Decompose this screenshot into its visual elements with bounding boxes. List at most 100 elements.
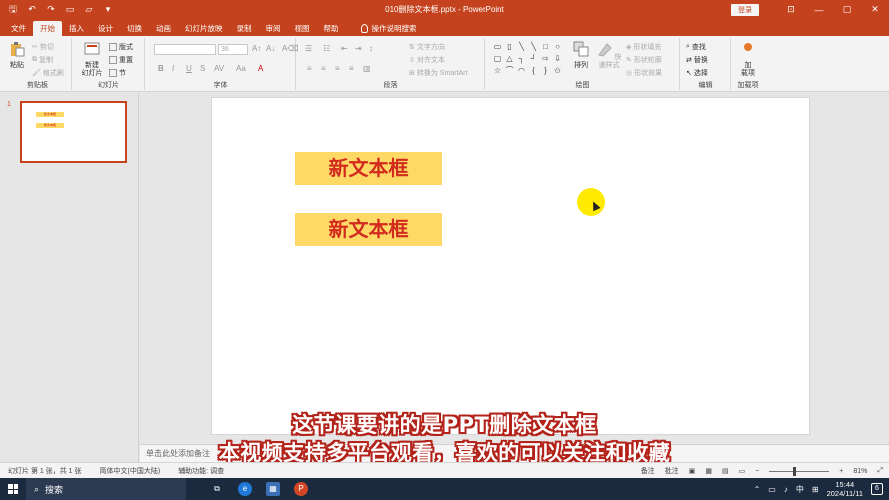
slide-thumbnail[interactable]: 新文本框 新文本框 (20, 101, 127, 163)
login-button[interactable]: 登录 (731, 3, 759, 16)
notification-center[interactable]: 6 (871, 483, 883, 495)
change-case-icon[interactable]: Aa (236, 64, 246, 73)
copy-button[interactable]: ⧉ 复制 (32, 55, 53, 65)
powerpoint-icon[interactable]: P (294, 482, 308, 496)
undo-icon[interactable]: ↶ (27, 4, 37, 15)
shape-effects-button[interactable]: ◎ 形状效果 (626, 68, 662, 78)
arrange-button[interactable]: 排列 (570, 41, 592, 70)
ime-indicator[interactable]: 中 (796, 484, 804, 495)
find-button[interactable]: ⌕ 查找 (686, 42, 706, 52)
ime-mode-icon[interactable]: ⊞ (812, 485, 819, 494)
rounded-rect-shape-icon[interactable]: ▢ (492, 53, 503, 64)
text-direction-button[interactable]: ⇅ 文字方向 (409, 42, 445, 52)
task-view-icon[interactable]: ⧉ (210, 482, 224, 496)
save-icon[interactable]: 🖫 (8, 2, 18, 18)
start-button[interactable] (0, 478, 26, 500)
slide[interactable]: 新文本框 新文本框 (211, 97, 810, 435)
textbox-shape-icon[interactable]: ▭ (492, 41, 503, 52)
shape-outline-button[interactable]: ✎ 形状轮廓 (626, 55, 662, 65)
align-left-icon[interactable]: ≡ (307, 64, 312, 73)
slide-sorter-icon[interactable]: ▦ (705, 467, 712, 475)
decrease-font-icon[interactable]: A↓ (266, 44, 275, 53)
strikethrough-button[interactable]: S (200, 64, 205, 73)
tab-design[interactable]: 设计 (91, 21, 120, 36)
brace-shape-icon[interactable]: } (540, 65, 551, 76)
arrow-right-shape-icon[interactable]: ⇨ (540, 53, 551, 64)
char-spacing-icon[interactable]: AV (214, 64, 224, 73)
columns-icon[interactable]: ▥ (363, 64, 371, 73)
reset-button[interactable]: 重置 (109, 55, 133, 65)
customize-qat-icon[interactable]: ▾ (103, 4, 113, 15)
brace-shape-icon[interactable]: { (528, 65, 539, 76)
paste-button[interactable]: 粘贴 (6, 41, 28, 70)
layout-button[interactable]: 版式 (109, 42, 133, 52)
align-text-button[interactable]: ⇳ 对齐文本 (409, 55, 445, 65)
star-shape-icon[interactable]: ✩ (552, 65, 563, 76)
italic-button[interactable]: I (172, 64, 174, 73)
tab-file[interactable]: 文件 (4, 21, 33, 36)
bullets-icon[interactable]: ☰ (305, 44, 312, 53)
connector-shape-icon[interactable]: ┐ (516, 53, 527, 64)
zoom-out-icon[interactable]: − (755, 468, 759, 475)
network-icon[interactable]: ▭ (768, 485, 776, 494)
triangle-shape-icon[interactable]: △ (504, 53, 515, 64)
increase-indent-icon[interactable]: ⇥ (355, 44, 362, 53)
select-button[interactable]: ↖ 选择 (686, 68, 708, 78)
language-indicator[interactable]: 简体中文(中国大陆) (100, 466, 161, 476)
slideshow-view-icon[interactable]: ▭ (739, 467, 746, 475)
curve-shape-icon[interactable]: ⌒ (504, 65, 515, 76)
accessibility-indicator[interactable]: 辅助功能: 调查 (178, 466, 224, 476)
increase-font-icon[interactable]: A↑ (252, 44, 261, 53)
new-slide-button[interactable]: 新建 幻灯片 (77, 41, 107, 78)
textbox-1[interactable]: 新文本框 (295, 152, 442, 185)
underline-button[interactable]: U (186, 64, 192, 73)
align-right-icon[interactable]: ≡ (335, 64, 340, 73)
format-painter-button[interactable]: 🖌 格式刷 (32, 68, 64, 78)
font-color-icon[interactable]: A (258, 64, 263, 73)
arc-shape-icon[interactable]: ◠ (516, 65, 527, 76)
close-button[interactable]: ✕ (861, 4, 889, 15)
section-button[interactable]: 节 (109, 68, 126, 78)
zoom-in-icon[interactable]: + (839, 468, 843, 475)
reading-view-icon[interactable]: ▤ (722, 467, 729, 475)
redo-icon[interactable]: ↷ (46, 4, 56, 15)
clock[interactable]: 15:44 2024/11/11 (827, 480, 863, 498)
line-shape-icon[interactable]: ╲ (528, 41, 539, 52)
tab-slideshow[interactable]: 幻灯片放映 (178, 21, 230, 36)
fit-to-window-icon[interactable]: ⤢ (877, 467, 883, 475)
oval-shape-icon[interactable]: ○ (552, 41, 563, 52)
cut-button[interactable]: ✂ 剪切 (32, 42, 54, 52)
zoom-slider-thumb[interactable] (793, 466, 797, 476)
replace-button[interactable]: ⇄ 替换 (686, 55, 708, 65)
tab-home[interactable]: 开始 (33, 21, 62, 36)
decrease-indent-icon[interactable]: ⇤ (341, 44, 348, 53)
textbox-2[interactable]: 新文本框 (295, 213, 442, 246)
line-spacing-icon[interactable]: ↕ (369, 44, 373, 53)
app-icon[interactable]: ▦ (266, 482, 280, 496)
star-shape-icon[interactable]: ☆ (492, 65, 503, 76)
tell-me-search[interactable]: 操作说明搜索 (354, 21, 424, 36)
numbering-icon[interactable]: ☷ (323, 44, 330, 53)
open-icon[interactable]: ▱ (84, 4, 94, 15)
tab-animations[interactable]: 动画 (149, 21, 178, 36)
line-shape-icon[interactable]: ╲ (516, 41, 527, 52)
font-size-field[interactable]: 36 (218, 44, 248, 55)
tab-record[interactable]: 录制 (230, 21, 259, 36)
tab-view[interactable]: 视图 (288, 21, 317, 36)
rectangle-shape-icon[interactable]: □ (540, 41, 551, 52)
font-name-field[interactable] (154, 44, 216, 55)
minimize-button[interactable]: — (805, 5, 833, 15)
start-slideshow-icon[interactable]: ▭ (65, 4, 75, 15)
zoom-slider[interactable] (769, 466, 830, 476)
connector-shape-icon[interactable]: ┘ (528, 53, 539, 64)
taskbar-search[interactable]: ⌕ 搜索 (26, 478, 186, 500)
shape-fill-button[interactable]: ◈ 形状填充 (626, 42, 661, 52)
addins-button[interactable]: 加 载项 (734, 41, 762, 78)
ribbon-display-options-icon[interactable]: ⊡ (777, 4, 805, 15)
tab-insert[interactable]: 插入 (62, 21, 91, 36)
comments-toggle[interactable]: 批注 (665, 466, 679, 476)
volume-icon[interactable]: ♪ (784, 485, 788, 494)
tab-review[interactable]: 审阅 (259, 21, 288, 36)
edge-icon[interactable]: e (238, 482, 252, 496)
vertical-textbox-shape-icon[interactable]: ▯ (504, 41, 515, 52)
